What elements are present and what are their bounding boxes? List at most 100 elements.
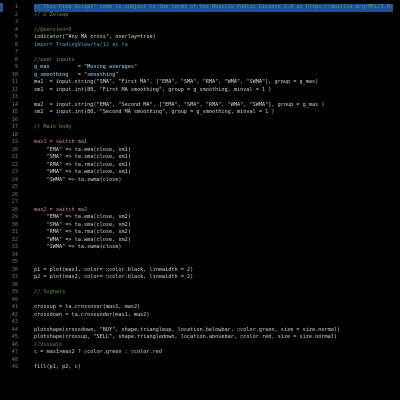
code-line[interactable]: 14 ma2 = input.string("EMA", "Second MA",… bbox=[0, 102, 400, 110]
code-text: mas1 = switch ma1 bbox=[34, 139, 88, 145]
line-number: 11 bbox=[11, 79, 18, 85]
code-text: ma2 = input.string("EMA", "Second MA", [… bbox=[34, 101, 325, 108]
code-text: //Visuals bbox=[34, 341, 63, 348]
code-text: c = mas1>mas2 ? ▢color.green : ▢color.re… bbox=[34, 349, 163, 355]
code-text: "SMA" => ta.sma(close, sm2) bbox=[34, 221, 131, 228]
line-number: 29 bbox=[11, 214, 18, 220]
line-number: 28 bbox=[11, 206, 18, 213]
code-text: //user inputs bbox=[34, 56, 75, 63]
code-line[interactable]: 12 sm1 = input.int(80, "First MA smoothin… bbox=[0, 87, 400, 95]
code-line[interactable]: 2 // © Zoleap bbox=[0, 12, 400, 20]
code-line[interactable]: 19 mas1 = switch ma1 bbox=[0, 139, 400, 147]
line-number: 13 bbox=[11, 94, 18, 100]
code-line[interactable]: 28 mas2 = switch ma2 bbox=[0, 207, 400, 215]
code-line[interactable]: 10 g_smoothing = "smoothing" bbox=[0, 72, 400, 80]
code-line[interactable]: 26 bbox=[0, 192, 400, 200]
code-line[interactable]: 45 plotshape(crossup, "SELL", shape.trian… bbox=[0, 334, 400, 342]
code-line[interactable]: 43 bbox=[0, 319, 400, 327]
line-number: 32 bbox=[11, 236, 18, 243]
code-line[interactable]: 38 bbox=[0, 282, 400, 290]
code-line[interactable]: 4 //@version=5 bbox=[0, 27, 400, 35]
line-number: 46 bbox=[11, 341, 18, 348]
code-line[interactable]: 1 // This Pine Script™ code is subject to… bbox=[0, 4, 400, 12]
code-line[interactable]: 18 bbox=[0, 132, 400, 140]
line-number: 35 bbox=[11, 259, 18, 265]
code-line[interactable]: 40 bbox=[0, 297, 400, 305]
code-line[interactable]: 44 plotshape(crossdown, "BUY", shape.tria… bbox=[0, 327, 400, 335]
code-text: "SWMA" => ta.swma(close) bbox=[34, 176, 122, 183]
code-text: g_smoothing = "smoothing" bbox=[34, 71, 119, 78]
code-line[interactable]: 48 bbox=[0, 357, 400, 365]
code-line[interactable]: 22 "RMA" => ta.rma(close, sm1) bbox=[0, 162, 400, 170]
code-line[interactable]: 7 bbox=[0, 49, 400, 57]
line-number: 24 bbox=[11, 176, 18, 183]
line-number: 25 bbox=[11, 184, 18, 190]
code-line[interactable]: 11 ma1 = input.string("SMA", "First MA", … bbox=[0, 79, 400, 87]
code-text: crossup = ta.crossover(mas1, mas2) bbox=[34, 304, 141, 310]
line-number: 47 bbox=[11, 349, 18, 355]
code-text: "SWMA" => ta.swma(close) bbox=[34, 244, 122, 250]
code-editor[interactable]: 1 // This Pine Script™ code is subject to… bbox=[0, 0, 400, 400]
code-line[interactable]: 31 "RMA" => ta.rma(close, sm2) bbox=[0, 229, 400, 237]
code-line[interactable]: 20 "EMA" => ta.ema(close, sm1) bbox=[0, 147, 400, 155]
code-line[interactable]: 15 sm2 = input.int(80, "Second MA smoothi… bbox=[0, 109, 400, 117]
code-line[interactable]: 36 p1 = plot(mas1, color= ▢color.black, l… bbox=[0, 267, 400, 275]
code-line[interactable]: 35 bbox=[0, 259, 400, 267]
line-number: 42 bbox=[11, 311, 18, 318]
code-line[interactable]: 24 "SWMA" => ta.swma(close) bbox=[0, 177, 400, 185]
code-line[interactable]: 46 //Visuals bbox=[0, 342, 400, 350]
code-line[interactable]: 16 bbox=[0, 117, 400, 125]
code-line[interactable]: 41 crossup = ta.crossover(mas1, mas2) bbox=[0, 304, 400, 312]
line-number: 26 bbox=[11, 191, 18, 198]
code-line[interactable]: 13 bbox=[0, 94, 400, 102]
code-text: sm1 = input.int(80, "First MA smoothing"… bbox=[34, 86, 272, 93]
code-line[interactable]: 17 // Main body bbox=[0, 124, 400, 132]
code-text: // © Zoleap bbox=[34, 11, 69, 18]
code-text: fill(p1, p2, c) bbox=[34, 364, 81, 370]
code-text: plotshape(crossup, "SELL", shape.triangl… bbox=[34, 334, 337, 340]
code-text: // Main body bbox=[34, 124, 72, 130]
code-text: // Signals bbox=[34, 289, 66, 295]
code-text: import TradingView/ta/12 as ta bbox=[34, 41, 128, 48]
line-number: 23 bbox=[11, 169, 18, 175]
code-text: ma1 = input.string("SMA", "First MA", ["… bbox=[34, 79, 319, 85]
code-text: "RMA" => ta.rma(close, sm2) bbox=[34, 229, 131, 235]
code-line[interactable]: 33 "SWMA" => ta.swma(close) bbox=[0, 244, 400, 252]
code-line[interactable]: 34 bbox=[0, 252, 400, 260]
line-number: 6 bbox=[14, 41, 18, 48]
code-line[interactable]: 23 "WMA" => ta.wma(close, sm1) bbox=[0, 169, 400, 177]
code-line[interactable]: 25 bbox=[0, 184, 400, 192]
code-text: mas2 = switch ma2 bbox=[34, 206, 88, 213]
code-line[interactable]: 32 "WMA" => ta.wma(close, sm2) bbox=[0, 237, 400, 245]
code-line[interactable]: 29 "EMA" => ta.ema(close, sm2) bbox=[0, 214, 400, 222]
code-text: "SMA" => ta.sma(close, sm1) bbox=[34, 154, 131, 160]
code-text: //@version=5 bbox=[34, 26, 72, 33]
code-line[interactable]: 9 g_mas = "Moving averages" bbox=[0, 64, 400, 72]
code-line[interactable]: 5 indicator("Any MA cross", overlay=true) bbox=[0, 34, 400, 42]
code-line[interactable]: 49 fill(p1, p2, c) bbox=[0, 364, 400, 372]
code-line[interactable]: 27 bbox=[0, 199, 400, 207]
code-line[interactable]: 30 "SMA" => ta.sma(close, sm2) bbox=[0, 222, 400, 230]
line-number: 7 bbox=[14, 49, 18, 55]
code-text: sm2 = input.int(80, "Second MA smoothing… bbox=[34, 109, 275, 115]
code-text: // This Pine Script™ code is subject to … bbox=[34, 4, 394, 12]
line-number: 4 bbox=[14, 26, 18, 33]
line-number: 14 bbox=[11, 101, 18, 108]
code-text: "RMA" => ta.rma(close, sm1) bbox=[34, 161, 131, 168]
code-text: "WMA" => ta.wma(close, sm2) bbox=[34, 236, 131, 243]
line-number: 40 bbox=[11, 296, 18, 303]
code-line[interactable]: 8 //user inputs bbox=[0, 57, 400, 65]
code-line[interactable]: 3 bbox=[0, 19, 400, 27]
code-line[interactable]: 39 // Signals bbox=[0, 289, 400, 297]
code-line[interactable]: 37 p2 = plot(mas2, color= ▢color.black, l… bbox=[0, 274, 400, 282]
line-number: 22 bbox=[11, 161, 18, 168]
line-number: 30 bbox=[11, 221, 18, 228]
line-number: 15 bbox=[11, 109, 18, 115]
code-line[interactable]: 6 import TradingView/ta/12 as ta bbox=[0, 42, 400, 50]
code-line[interactable]: 21 "SMA" => ta.sma(close, sm1) bbox=[0, 154, 400, 162]
line-number: 18 bbox=[11, 131, 18, 138]
line-number: 48 bbox=[11, 356, 18, 363]
line-number: 41 bbox=[11, 304, 18, 310]
code-line[interactable]: 42 crossdown = ta.crossunder(mas1, mas2) bbox=[0, 312, 400, 320]
code-line[interactable]: 47 c = mas1>mas2 ? ▢color.green : ▢color.… bbox=[0, 349, 400, 357]
